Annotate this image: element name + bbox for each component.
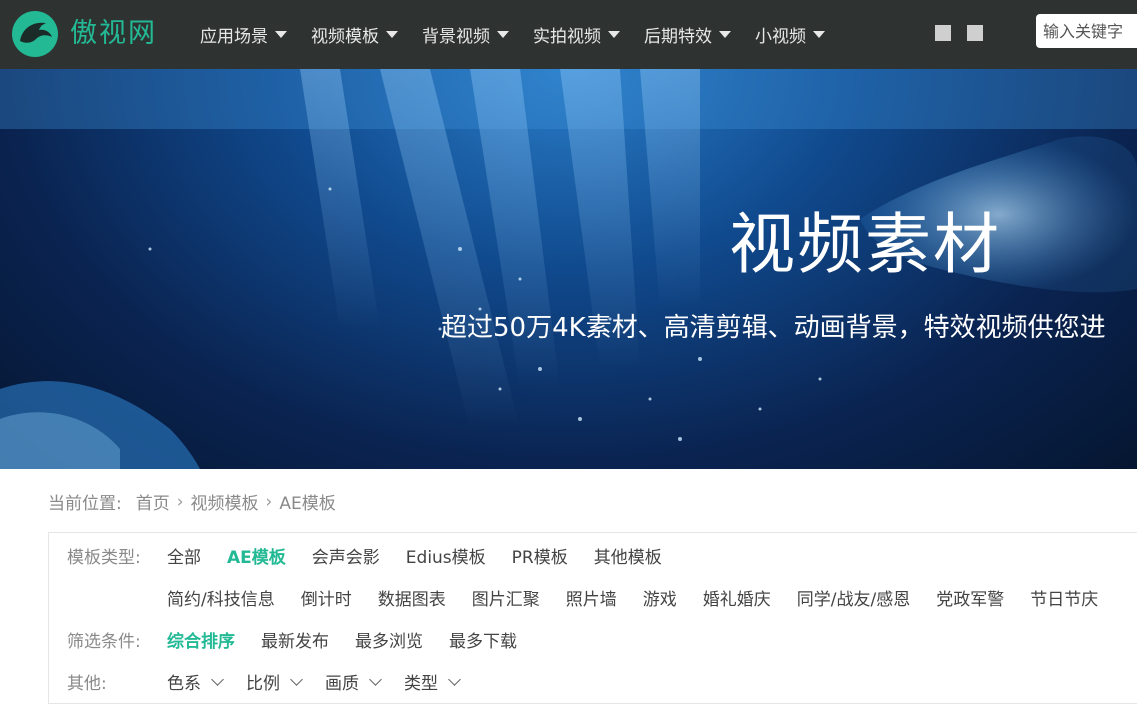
nav-item-background-videos[interactable]: 背景视频 [422, 22, 509, 47]
breadcrumb-video-templates[interactable]: 视频模板 [191, 489, 259, 514]
filter-subtype[interactable]: 简约/科技信息 [167, 585, 275, 610]
sort-newest[interactable]: 最新发布 [261, 627, 329, 652]
sort-comprehensive[interactable]: 综合排序 [167, 627, 235, 652]
dropdown-color[interactable]: 色系 [167, 669, 224, 694]
search-input[interactable] [1036, 14, 1137, 48]
filter-label-type: 模板类型: [67, 548, 141, 568]
caret-down-icon [719, 31, 731, 38]
banner-title: 视频素材 [729, 206, 1001, 283]
nav-label: 应用场景 [200, 27, 268, 47]
filter-subtype[interactable]: 同学/战友/感恩 [797, 585, 910, 610]
chevron-down-icon [290, 672, 303, 686]
filter-label-sort: 筛选条件: [67, 632, 141, 652]
chevron-down-icon [369, 672, 382, 686]
chevron-down-icon [211, 672, 224, 686]
filter-subtype[interactable]: 图片汇聚 [472, 585, 540, 610]
nav-item-short-videos[interactable]: 小视频 [755, 22, 825, 47]
filter-subtype[interactable]: 党政军警 [936, 585, 1004, 610]
caret-down-icon [386, 31, 398, 38]
chevron-right-icon: › [176, 491, 184, 512]
filter-subtype[interactable]: 数据图表 [378, 585, 446, 610]
filter-panel: 模板类型: 全部 AE模板 会声会影 Edius模板 PR模板 其他模板 简约/… [48, 532, 1137, 704]
sort-most-viewed[interactable]: 最多浏览 [355, 627, 423, 652]
filter-label-other: 其他: [67, 674, 107, 694]
nav-label: 实拍视频 [533, 27, 601, 47]
filter-row-type: 模板类型: 全部 AE模板 会声会影 Edius模板 PR模板 其他模板 [67, 543, 688, 568]
filter-subtype[interactable]: 倒计时 [301, 585, 352, 610]
nav-item-post-effects[interactable]: 后期特效 [644, 22, 731, 47]
dropdown-label: 类型 [404, 674, 438, 694]
caret-down-icon [497, 31, 509, 38]
nav-label: 视频模板 [311, 27, 379, 47]
main-nav: 应用场景 视频模板 背景视频 实拍视频 后期特效 小视频 [200, 0, 849, 69]
filter-subtype[interactable]: 节日节庆 [1030, 585, 1098, 610]
filter-row-other: 其他: 色系 比例 画质 类型 [67, 669, 483, 694]
top-header: 傲视网 应用场景 视频模板 背景视频 实拍视频 后期特效 小视频 [0, 0, 1137, 69]
filter-type-ae[interactable]: AE模板 [227, 543, 286, 568]
caret-down-icon [275, 31, 287, 38]
dropdown-quality[interactable]: 画质 [325, 669, 382, 694]
breadcrumb-prefix: 当前位置: [48, 494, 122, 514]
square-icon-1[interactable] [935, 25, 951, 41]
filter-subtype[interactable]: 游戏 [643, 585, 677, 610]
caret-down-icon [813, 31, 825, 38]
filter-type-other[interactable]: 其他模板 [594, 543, 662, 568]
filter-subtype[interactable]: 婚礼婚庆 [703, 585, 771, 610]
nav-item-video-templates[interactable]: 视频模板 [311, 22, 398, 47]
eagle-logo-icon [12, 11, 58, 57]
sort-most-downloaded[interactable]: 最多下载 [449, 627, 517, 652]
filter-type-edius[interactable]: Edius模板 [406, 543, 486, 568]
nav-item-application-scenes[interactable]: 应用场景 [200, 22, 287, 47]
dropdown-type[interactable]: 类型 [404, 669, 461, 694]
breadcrumb-home[interactable]: 首页 [136, 489, 170, 514]
caret-down-icon [608, 31, 620, 38]
filter-row-sort: 筛选条件: 综合排序 最新发布 最多浏览 最多下载 [67, 627, 543, 652]
dropdown-ratio[interactable]: 比例 [246, 669, 303, 694]
filter-type-all[interactable]: 全部 [167, 543, 201, 568]
dropdown-label: 比例 [246, 674, 280, 694]
banner-subtitle: 超过50万4K素材、高清剪辑、动画背景，特效视频供您进 [441, 313, 1106, 343]
hero-banner: 视频素材 超过50万4K素材、高清剪辑、动画背景，特效视频供您进 [0, 69, 1137, 469]
dropdown-label: 色系 [167, 674, 201, 694]
filter-row-subtype: 简约/科技信息 倒计时 数据图表 图片汇聚 照片墙 游戏 婚礼婚庆 同学/战友/… [167, 585, 1124, 610]
nav-item-live-footage[interactable]: 实拍视频 [533, 22, 620, 47]
breadcrumb-ae-templates[interactable]: AE模板 [279, 489, 335, 514]
filter-subtype[interactable]: 照片墙 [566, 585, 617, 610]
filter-type-pr[interactable]: PR模板 [512, 543, 568, 568]
dropdown-label: 画质 [325, 674, 359, 694]
nav-label: 小视频 [755, 27, 806, 47]
breadcrumb: 当前位置: 首页 › 视频模板 › AE模板 [48, 489, 336, 515]
chevron-down-icon [448, 672, 461, 686]
nav-label: 后期特效 [644, 27, 712, 47]
logo-text: 傲视网 [70, 18, 157, 49]
nav-label: 背景视频 [422, 27, 490, 47]
site-logo[interactable]: 傲视网 [12, 11, 157, 57]
square-icon-2[interactable] [967, 25, 983, 41]
filter-type-videostudio[interactable]: 会声会影 [312, 543, 380, 568]
chevron-right-icon: › [265, 491, 273, 512]
